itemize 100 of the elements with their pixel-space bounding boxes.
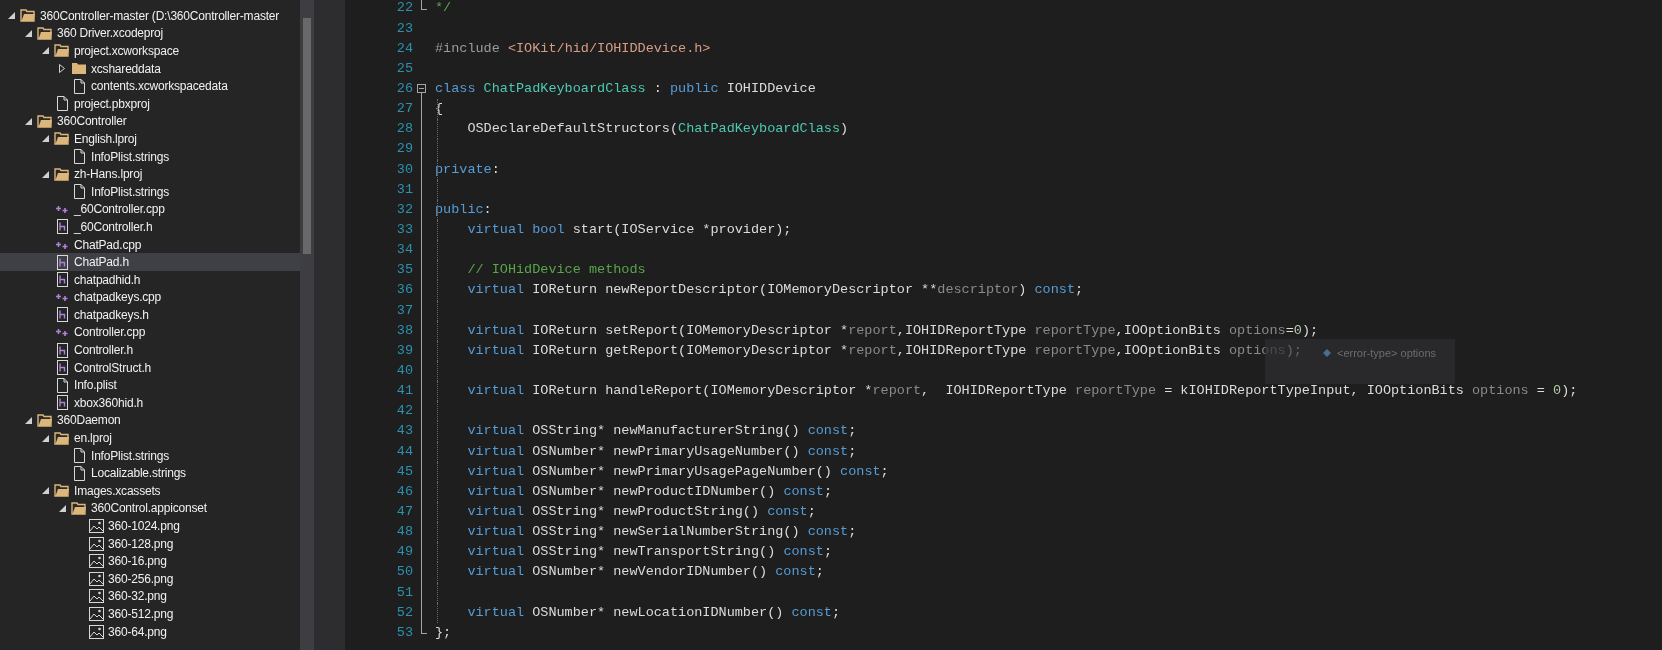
diamond-icon (1323, 349, 1331, 357)
tree-item[interactable]: 360-16.png (0, 552, 300, 570)
tree-item[interactable]: _60Controller.cpp (0, 200, 300, 219)
collapse-arrow-icon[interactable] (41, 47, 49, 55)
line-number: 41 (395, 382, 413, 401)
tree-item[interactable]: xbox360hid.h (0, 394, 300, 412)
line-number: 44 (395, 442, 413, 461)
header-file-icon (55, 342, 69, 358)
file-icon (55, 96, 69, 112)
line-number: 24 (395, 39, 413, 58)
line-number: 26 (395, 80, 413, 98)
line-number: 52 (395, 603, 413, 622)
line-number: 53 (395, 623, 413, 642)
tree-item[interactable]: ControlStruct.h (0, 358, 300, 377)
line-number: 39 (395, 341, 413, 360)
collapse-arrow-icon[interactable] (24, 117, 32, 125)
plus-plus-icon (55, 292, 69, 303)
tree-item[interactable]: contents.xcworkspacedata (0, 77, 300, 95)
collapse-arrow-icon[interactable] (41, 170, 49, 178)
code-line: #include <IOKit/hid/IOHIDDevice.h> (435, 39, 711, 58)
code-line: virtual OSString* newProductString() const; (466, 502, 816, 521)
collapse-arrow-icon[interactable] (24, 29, 32, 37)
plus-plus-icon (55, 239, 69, 250)
line-number: 38 (395, 321, 413, 340)
tree-item[interactable]: InfoPlist.strings (0, 182, 300, 201)
tree-item[interactable]: _60Controller.h (0, 218, 300, 236)
open-folder-icon (54, 484, 70, 498)
code-line: virtual OSNumber* newPrimaryUsagePageNumber() const; (466, 462, 889, 481)
tree-item[interactable]: InfoPlist.strings (0, 147, 300, 166)
image-file-icon (88, 589, 104, 604)
code-line: virtual IOReturn handleReport(IOMemoryDescriptor *report, IOHIDReportType reportType = kIOHIDReportTypeInput, IOOptionBits options = 0); (466, 382, 1578, 401)
file-icon (72, 78, 86, 94)
tree-item[interactable]: xcshareddata (0, 59, 300, 78)
tree-item[interactable]: English.lproj (0, 130, 300, 148)
tooltip-text: <error-type> options (1337, 346, 1437, 361)
line-number: 27 (395, 100, 413, 119)
tree-item[interactable]: 360-128.png (0, 534, 300, 553)
line-number: 50 (395, 563, 413, 582)
image-file-icon (88, 554, 104, 569)
collapse-arrow-icon[interactable] (24, 416, 32, 424)
tree-item[interactable]: chatpadkeys.h (0, 306, 300, 324)
line-number: 43 (395, 422, 413, 441)
line-number: 30 (395, 160, 413, 179)
image-file-icon (88, 519, 104, 533)
line-number: 23 (395, 19, 413, 38)
tree-item[interactable]: 360-64.png (0, 622, 300, 641)
tree-item[interactable]: 360Controller (0, 112, 300, 131)
line-number: 47 (395, 502, 413, 521)
tree-item[interactable]: ChatPad.cpp (0, 235, 300, 254)
tree-item[interactable]: project.xcworkspace (0, 42, 300, 60)
tree-item[interactable]: 360-32.png (0, 587, 300, 606)
line-number: 46 (395, 482, 413, 501)
line-number: 49 (395, 543, 413, 562)
folder-icon (71, 62, 87, 76)
tree-item[interactable]: 360-256.png (0, 570, 300, 588)
collapse-arrow-icon[interactable] (41, 434, 49, 442)
image-file-icon (88, 624, 104, 639)
expand-arrow-icon[interactable] (59, 64, 65, 74)
collapse-arrow-icon[interactable] (58, 504, 66, 512)
open-folder-icon (54, 44, 70, 58)
open-folder-icon (20, 9, 36, 23)
tree-item[interactable]: 360 Driver.xcodeproj (0, 24, 300, 43)
scrollbar-thumb[interactable] (303, 18, 311, 254)
collapse-arrow-icon[interactable] (7, 12, 15, 20)
line-number: 25 (395, 59, 413, 78)
code-line: class ChatPadKeyboardClass : public IOHIDDevice (435, 80, 816, 98)
code-line: virtual IOReturn setReport(IOMemoryDescriptor *report,IOHIDReportType reportType,IOOptionBits options=0); (466, 321, 1319, 340)
tree-item[interactable]: chatpadhid.h (0, 270, 300, 289)
image-file-icon (88, 536, 104, 551)
tree-item[interactable]: Controller.cpp (0, 323, 300, 342)
tree-item[interactable]: ChatPad.h (0, 253, 300, 271)
tree-item[interactable]: 360-512.png (0, 605, 300, 623)
code-line: virtual IOReturn newReportDescriptor(IOMemoryDescriptor **descriptor) const; (466, 281, 1084, 300)
tree-item[interactable]: 360Controller-master (D:\360Controller-master (0, 7, 300, 25)
tree-item[interactable]: zh-Hans.lproj (0, 165, 300, 183)
tree-item[interactable]: Controller.h (0, 341, 300, 359)
image-file-icon (88, 571, 104, 586)
tree-item[interactable]: 360Control.appiconset (0, 499, 300, 518)
open-folder-icon (37, 114, 53, 128)
tree-item[interactable]: en.lproj (0, 429, 300, 447)
tree-item[interactable]: Images.xcassets (0, 482, 300, 500)
collapse-arrow-icon[interactable] (41, 487, 49, 495)
file-icon (72, 149, 86, 165)
code-line: virtual OSString* newManufacturerString() const; (466, 422, 857, 441)
code-line: */ (435, 0, 452, 18)
tree-item[interactable]: InfoPlist.strings (0, 446, 300, 465)
file-icon (72, 448, 86, 464)
tree-item[interactable]: chatpadkeys.cpp (0, 288, 300, 307)
line-number: 33 (395, 221, 413, 239)
tree-item[interactable]: 360Daemon (0, 411, 300, 430)
line-number: 37 (395, 301, 413, 320)
tree-item[interactable]: 360-1024.png (0, 517, 300, 535)
tree-item[interactable]: Localizable.strings (0, 464, 300, 483)
collapse-arrow-icon[interactable] (41, 135, 49, 143)
tree-item[interactable]: project.pbxproj (0, 94, 300, 113)
tree-item[interactable]: Info.plist (0, 376, 300, 395)
image-file-icon (88, 607, 104, 621)
plus-plus-icon (55, 204, 69, 215)
open-folder-icon (37, 26, 53, 40)
open-folder-icon (54, 431, 70, 445)
